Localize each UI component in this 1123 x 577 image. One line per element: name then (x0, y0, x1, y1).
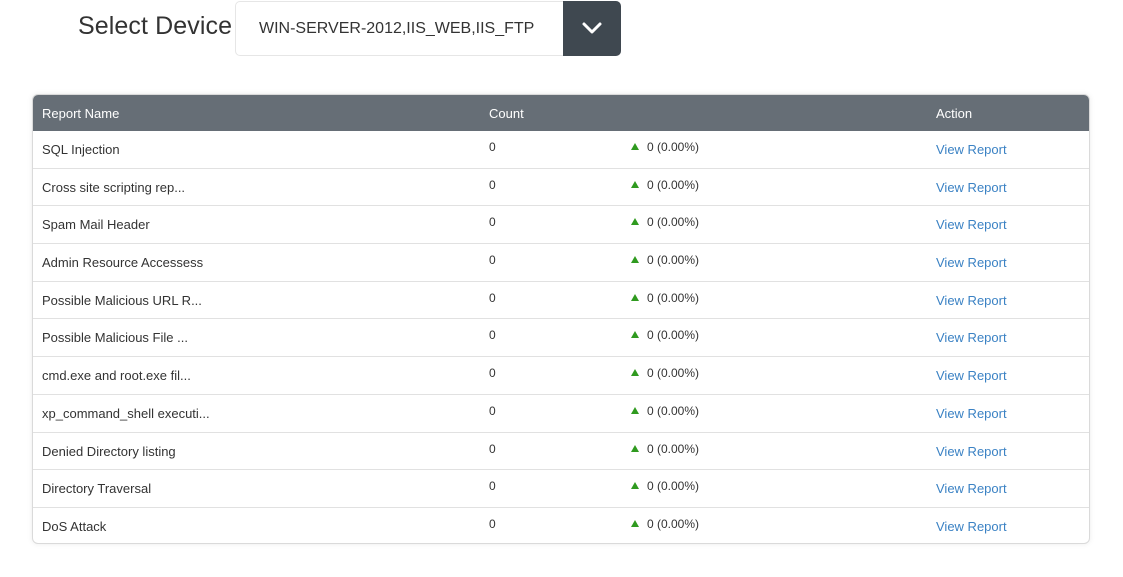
trend-cell: 0 (0.00%) (631, 291, 699, 305)
view-report-link[interactable]: View Report (936, 330, 1007, 345)
trend-up-icon (631, 218, 639, 226)
device-selector-bar: Select Device WIN-SERVER-2012,IIS_WEB,II… (0, 0, 1123, 58)
trend-up-icon (631, 444, 639, 452)
trend-value: 0 (0.00%) (647, 253, 700, 268)
table-row: Possible Malicious URL R... 0 0 (0.00%) Vie… (33, 282, 1089, 320)
report-name-cell: Admin Resource Accessess (42, 255, 204, 271)
count-cell: 0 (489, 253, 496, 268)
report-table: Report Name Count Action SQL Injection 0 0… (32, 94, 1090, 544)
view-report-link[interactable]: View Report (936, 180, 1007, 195)
report-name-cell: xp_command_shell executi... (42, 405, 210, 421)
count-cell: 0 (489, 479, 496, 494)
report-name-cell: Directory Traversal (42, 481, 152, 497)
view-report-link[interactable]: View Report (936, 142, 1007, 157)
table-row: SQL Injection 0 0 (0.00%) View Report (33, 131, 1089, 169)
table-row: DoS Attack 0 0 (0.00%) View Report (33, 508, 1089, 543)
column-header-action: Action (936, 106, 973, 121)
report-name-cell: Possible Malicious URL R... (42, 292, 202, 308)
count-cell: 0 (489, 403, 496, 418)
trend-up-icon (631, 369, 639, 377)
table-row: Directory Traversal 0 0 (0.00%) View Report (33, 470, 1089, 508)
column-header-report-name: Report Name (42, 106, 120, 121)
trend-cell: 0 (0.00%) (631, 366, 699, 380)
view-report-link[interactable]: View Report (936, 406, 1007, 421)
table-row: Spam Mail Header 0 0 (0.00%) View Report (33, 206, 1089, 245)
count-cell: 0 (489, 441, 496, 456)
trend-up-icon (631, 293, 639, 301)
trend-value: 0 (0.00%) (647, 328, 700, 343)
trend-up-icon (631, 482, 639, 490)
table-row: Denied Directory listing 0 0 (0.00%) View R… (33, 433, 1089, 471)
trend-cell: 0 (0.00%) (631, 140, 699, 154)
trend-value: 0 (0.00%) (647, 479, 700, 494)
table-header: Report Name Count Action (33, 95, 1089, 131)
device-select-toggle-button[interactable] (563, 1, 621, 56)
count-cell: 0 (489, 140, 496, 154)
count-cell: 0 (489, 290, 496, 305)
trend-cell: 0 (0.00%) (631, 178, 699, 192)
trend-up-icon (631, 519, 639, 527)
trend-cell: 0 (0.00%) (631, 253, 699, 267)
trend-cell: 0 (0.00%) (631, 479, 699, 493)
trend-up-icon (631, 180, 639, 188)
view-report-link[interactable]: View Report (936, 368, 1007, 383)
report-name-cell: Denied Directory listing (42, 443, 176, 459)
trend-value: 0 (0.00%) (647, 366, 700, 381)
device-select[interactable]: WIN-SERVER-2012,IIS_WEB,IIS_FTP (235, 1, 621, 56)
trend-up-icon (631, 331, 639, 339)
trend-value: 0 (0.00%) (647, 516, 700, 531)
trend-up-icon (631, 143, 639, 150)
table-row: cmd.exe and root.exe fil... 0 0 (0.00%) Vie… (33, 357, 1089, 395)
view-report-link[interactable]: View Report (936, 481, 1007, 496)
count-cell: 0 (489, 366, 496, 381)
trend-up-icon (631, 406, 639, 414)
trend-up-icon (631, 256, 639, 264)
column-header-count: Count (489, 106, 524, 121)
view-report-link[interactable]: View Report (936, 255, 1007, 270)
trend-value: 0 (0.00%) (647, 177, 700, 192)
report-name-cell: Possible Malicious File ... (42, 330, 188, 346)
report-name-cell: cmd.exe and root.exe fil... (42, 368, 191, 384)
chevron-down-icon (582, 22, 602, 34)
trend-value: 0 (0.00%) (647, 441, 700, 456)
device-selector-label: Select Device (78, 12, 233, 40)
view-report-link[interactable]: View Report (936, 293, 1007, 308)
table-row: Admin Resource Accessess 0 0 (0.00%) View R… (33, 244, 1089, 282)
report-name-cell: Cross site scripting rep... (42, 179, 186, 195)
trend-value: 0 (0.00%) (647, 215, 700, 230)
count-cell: 0 (489, 328, 496, 343)
trend-cell: 0 (0.00%) (631, 517, 699, 531)
report-name-cell: SQL Injection (42, 142, 120, 157)
table-row: Possible Malicious File ... 0 0 (0.00%) Vie… (33, 319, 1089, 358)
count-cell: 0 (489, 516, 496, 531)
view-report-link[interactable]: View Report (936, 217, 1007, 232)
device-select-value: WIN-SERVER-2012,IIS_WEB,IIS_FTP (259, 20, 535, 37)
view-report-link[interactable]: View Report (936, 519, 1007, 534)
trend-value: 0 (0.00%) (647, 290, 700, 305)
trend-cell: 0 (0.00%) (631, 328, 699, 342)
trend-cell: 0 (0.00%) (631, 215, 699, 229)
report-name-cell: Spam Mail Header (42, 217, 150, 233)
trend-cell: 0 (0.00%) (631, 442, 699, 456)
view-report-link[interactable]: View Report (936, 444, 1007, 459)
count-cell: 0 (489, 215, 496, 230)
table-body: SQL Injection 0 0 (0.00%) View Report Cross … (33, 131, 1089, 543)
table-row: Cross site scripting rep... 0 0 (0.00%) Vie… (33, 169, 1089, 207)
table-row: xp_command_shell executi... 0 0 (0.00%) Vie… (33, 395, 1089, 433)
report-name-cell: DoS Attack (42, 518, 107, 534)
trend-value: 0 (0.00%) (647, 403, 700, 418)
count-cell: 0 (489, 177, 496, 192)
trend-value: 0 (0.00%) (647, 140, 700, 154)
trend-cell: 0 (0.00%) (631, 404, 699, 418)
